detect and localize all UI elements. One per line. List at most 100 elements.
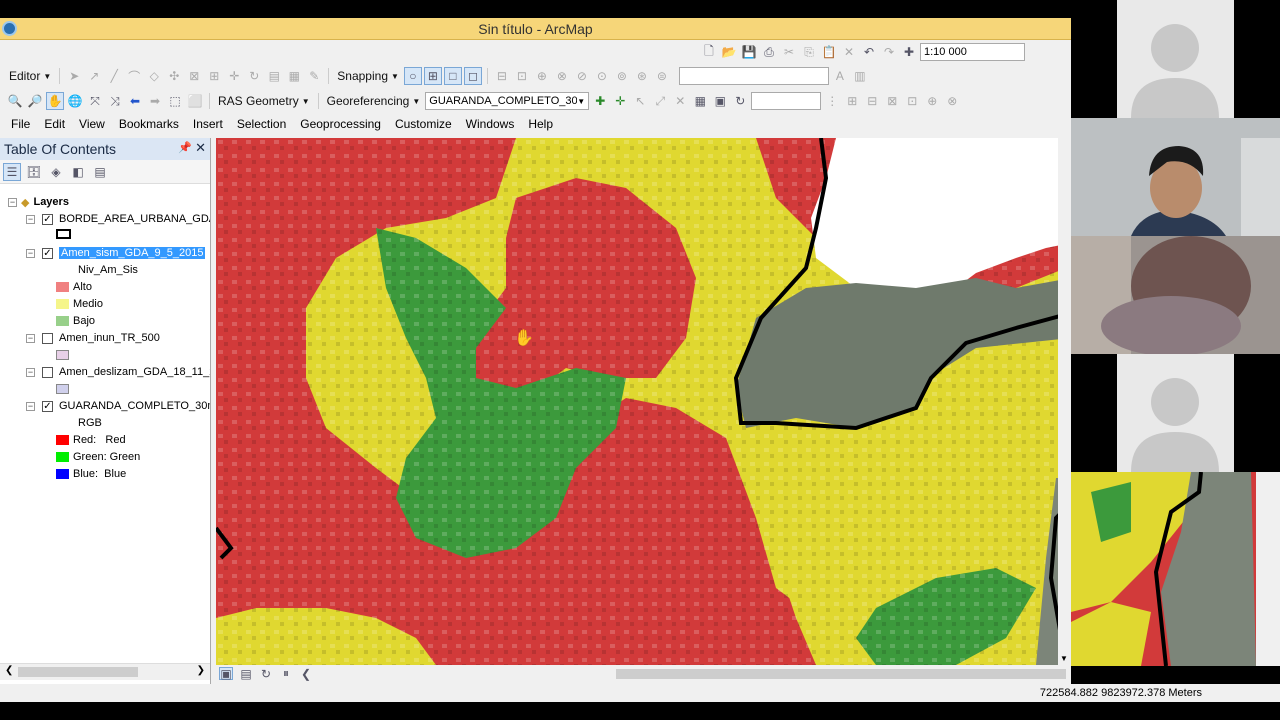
scroll-left-icon[interactable]: ❮ xyxy=(5,665,13,676)
link-table-icon[interactable]: ▦ xyxy=(691,92,709,110)
scroll-down-icon[interactable]: ▼ xyxy=(1060,654,1068,663)
split-icon[interactable]: ⊞ xyxy=(205,67,223,85)
pin-icon[interactable]: 📌 xyxy=(178,141,192,154)
full-extent-icon[interactable]: 🌐 xyxy=(66,92,84,110)
annotation-class-dropdown[interactable] xyxy=(678,67,829,85)
undo-icon[interactable]: ↶ xyxy=(860,43,878,61)
rotation-field[interactable] xyxy=(751,92,822,110)
collapse-icon[interactable]: − xyxy=(8,197,17,207)
map-canvas[interactable] xyxy=(216,138,1071,665)
end-snapping-icon[interactable]: ⊞ xyxy=(423,67,442,85)
cut-icon[interactable]: ✂ xyxy=(780,43,798,61)
delete-icon[interactable]: ✕ xyxy=(840,43,858,61)
print-icon[interactable]: ⎙ xyxy=(760,43,778,61)
edit-annotation-icon[interactable]: ↗ xyxy=(85,67,103,85)
georef-tool-5-icon[interactable]: ⊘ xyxy=(573,67,591,85)
menu-insert[interactable]: Insert xyxy=(193,117,229,131)
list-by-visibility-icon[interactable]: ◈ xyxy=(47,163,65,181)
list-by-drawing-order-icon[interactable]: ☰ xyxy=(3,162,21,181)
layout-tool-4-icon[interactable]: ⊡ xyxy=(903,92,921,110)
point-snapping-icon[interactable]: ○ xyxy=(403,67,422,85)
collapse-icon[interactable]: − xyxy=(26,214,35,224)
forward-arrow-icon[interactable]: ➡ xyxy=(146,92,164,110)
georef-tool-7-icon[interactable]: ⊚ xyxy=(613,67,631,85)
zoom-out-icon[interactable]: 🔎 xyxy=(26,92,44,110)
viewer-icon[interactable]: ▣ xyxy=(711,92,729,110)
layout-tool-5-icon[interactable]: ⊕ xyxy=(923,92,941,110)
scroll-right-icon[interactable]: ❯ xyxy=(197,665,205,676)
layout-tool-3-icon[interactable]: ⊠ xyxy=(883,92,901,110)
trace-icon[interactable]: ⌒ xyxy=(125,67,143,85)
save-icon[interactable]: 💾 xyxy=(740,43,758,61)
auto-registration-icon[interactable]: ✛ xyxy=(611,92,629,110)
list-by-selection-icon[interactable]: ◧ xyxy=(69,163,87,181)
cut-polygon-icon[interactable]: ⊠ xyxy=(185,67,203,85)
add-control-points-icon[interactable]: ✚ xyxy=(591,92,609,110)
map-vertical-scrollbar[interactable]: ▼ xyxy=(1058,138,1071,665)
create-features-icon[interactable]: ✎ xyxy=(305,67,323,85)
layer-visibility-checkbox[interactable] xyxy=(42,332,53,344)
menu-geoprocessing[interactable]: Geoprocessing xyxy=(300,117,387,131)
menu-selection[interactable]: Selection xyxy=(237,117,292,131)
map-view[interactable]: ✋ ▼ xyxy=(216,138,1071,665)
layout-tool-6-icon[interactable]: ⊗ xyxy=(943,92,961,110)
layer-row-amen-deslizam[interactable]: − Amen_deslizam_GDA_18_11_2 xyxy=(26,364,210,380)
georeferencing-dropdown[interactable]: Georeferencing ▼ xyxy=(324,94,424,108)
font-icon[interactable]: A xyxy=(831,67,849,85)
toolbar-options-icon[interactable]: ⋮ xyxy=(823,92,841,110)
new-map-icon[interactable]: 🗋 xyxy=(700,43,718,61)
scroll-left-icon[interactable]: ❮ xyxy=(299,667,313,681)
scale-field[interactable]: 1:10 000 xyxy=(920,43,1025,61)
bar-icon[interactable]: ▥ xyxy=(851,67,869,85)
options-icon[interactable]: ▤ xyxy=(91,163,109,181)
georef-layer-dropdown[interactable]: GUARANDA_COMPLETO_30mt ▼ xyxy=(425,92,590,110)
sketch-properties-icon[interactable]: ▦ xyxy=(285,67,303,85)
straight-segment-icon[interactable]: ╱ xyxy=(105,67,123,85)
data-view-icon[interactable]: ▣ xyxy=(219,667,233,681)
collapse-icon[interactable]: − xyxy=(26,401,35,411)
list-by-source-icon[interactable]: 🗄 xyxy=(25,163,43,181)
fixed-zoom-out-icon[interactable]: ⤨ xyxy=(106,92,124,110)
menu-windows[interactable]: Windows xyxy=(466,117,521,131)
paste-icon[interactable]: 📋 xyxy=(820,43,838,61)
zoom-in-icon[interactable]: 🔍 xyxy=(6,92,24,110)
move-icon[interactable]: ✛ xyxy=(225,67,243,85)
menu-customize[interactable]: Customize xyxy=(395,117,458,131)
collapse-icon[interactable]: − xyxy=(26,248,35,258)
back-arrow-icon[interactable]: ⬅ xyxy=(126,92,144,110)
georef-tool-9-icon[interactable]: ⊜ xyxy=(653,67,671,85)
layer-row-guaranda[interactable]: − ✓ GUARANDA_COMPLETO_30m xyxy=(26,398,210,414)
layer-visibility-checkbox[interactable]: ✓ xyxy=(42,213,53,225)
georef-tool-8-icon[interactable]: ⊛ xyxy=(633,67,651,85)
layer-row-amen-inun[interactable]: − Amen_inun_TR_500 xyxy=(26,330,160,346)
layer-visibility-checkbox[interactable] xyxy=(42,366,53,378)
pause-drawing-icon[interactable]: ⏸ xyxy=(279,666,293,680)
editor-dropdown[interactable]: Editor ▼ xyxy=(6,69,54,83)
layout-tool-1-icon[interactable]: ⊞ xyxy=(843,92,861,110)
georef-tool-3-icon[interactable]: ⊕ xyxy=(533,67,551,85)
vertex-snapping-icon[interactable]: □ xyxy=(443,67,462,85)
clear-selection-icon[interactable]: ⬜ xyxy=(186,92,204,110)
menu-help[interactable]: Help xyxy=(528,117,559,131)
snapping-dropdown[interactable]: Snapping ▼ xyxy=(334,69,402,83)
menu-edit[interactable]: Edit xyxy=(44,117,71,131)
vertices-icon[interactable]: ✣ xyxy=(165,67,183,85)
polygon-tool-icon[interactable]: ◇ xyxy=(145,67,163,85)
select-features-icon[interactable]: ⬚ xyxy=(166,92,184,110)
edit-tool-icon[interactable]: ➤ xyxy=(65,67,83,85)
close-icon[interactable]: ✕ xyxy=(195,140,206,156)
menu-view[interactable]: View xyxy=(79,117,111,131)
collapse-icon[interactable]: − xyxy=(26,333,35,343)
ras-geometry-dropdown[interactable]: RAS Geometry ▼ xyxy=(215,94,313,108)
georef-tool-6-icon[interactable]: ⊙ xyxy=(593,67,611,85)
attributes-icon[interactable]: ▤ xyxy=(265,67,283,85)
layer-row-amen-sism[interactable]: − ✓ Amen_sism_GDA_9_5_2015 xyxy=(26,245,206,261)
layer-visibility-checkbox[interactable]: ✓ xyxy=(42,400,53,412)
georef-tool-1-icon[interactable]: ⊟ xyxy=(493,67,511,85)
georef-tool-4-icon[interactable]: ⊗ xyxy=(553,67,571,85)
layout-view-icon[interactable]: ▤ xyxy=(239,667,253,681)
georef-tool-2-icon[interactable]: ⊡ xyxy=(513,67,531,85)
layers-root[interactable]: − ◆ Layers xyxy=(8,194,69,210)
toc-horizontal-scrollbar[interactable]: ❮ ❯ xyxy=(0,663,210,680)
menu-bookmarks[interactable]: Bookmarks xyxy=(119,117,185,131)
